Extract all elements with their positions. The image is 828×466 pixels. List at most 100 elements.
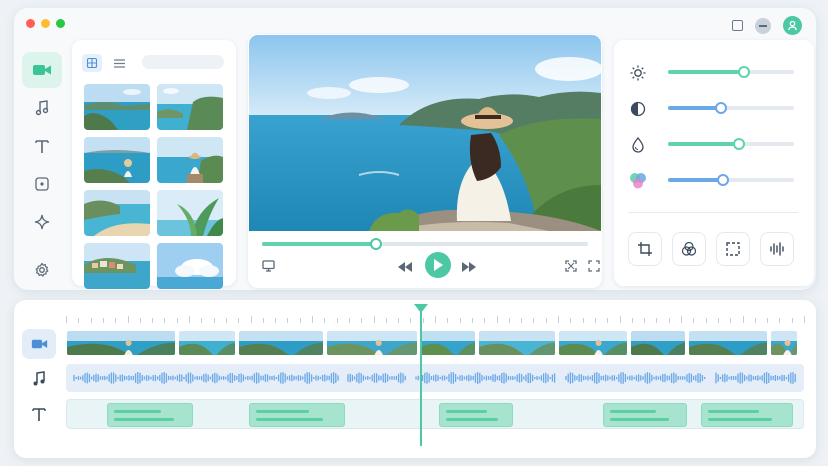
text-clip[interactable]	[439, 403, 513, 427]
video-frame[interactable]	[249, 35, 601, 231]
grid-view-icon	[87, 58, 97, 68]
ruler-tick	[767, 318, 769, 323]
text-track-label[interactable]	[22, 399, 56, 429]
ruler-tick	[312, 316, 313, 323]
media-search-input[interactable]	[142, 55, 224, 69]
rewind-icon	[398, 262, 412, 272]
video-track-lane[interactable]	[66, 329, 804, 357]
video-clip[interactable]	[420, 330, 476, 356]
video-clip[interactable]	[770, 330, 798, 356]
filters-button[interactable]	[672, 232, 706, 266]
list-view-button[interactable]	[114, 58, 125, 68]
text-clip-line	[256, 410, 309, 413]
text-clip-line	[114, 418, 175, 421]
ruler-tick	[545, 318, 547, 323]
expand-button[interactable]	[565, 260, 577, 272]
sidebar-item-video[interactable]	[22, 52, 62, 88]
media-thumbnail[interactable]	[157, 243, 223, 289]
filters-icon	[681, 241, 697, 256]
text-clip[interactable]	[603, 403, 687, 427]
audio-waves-button[interactable]	[760, 232, 794, 266]
text-clip[interactable]	[249, 403, 345, 427]
sticker-icon	[35, 177, 49, 191]
media-thumbnail[interactable]	[157, 84, 223, 130]
ruler-tick	[238, 318, 240, 323]
color-slider-handle[interactable]	[717, 174, 730, 186]
sidebar-item-stickers[interactable]	[22, 166, 62, 202]
close-window-button[interactable]	[26, 19, 35, 28]
ruler-tick	[558, 316, 559, 323]
video-clip[interactable]	[558, 330, 628, 356]
sidebar-item-settings[interactable]	[22, 252, 62, 288]
media-thumbnail[interactable]	[84, 243, 150, 289]
playback-handle[interactable]	[370, 238, 383, 250]
fast-forward-button[interactable]	[462, 262, 476, 272]
media-library-panel	[72, 40, 236, 289]
window-icon[interactable]	[732, 20, 743, 31]
media-thumbnail[interactable]	[84, 190, 150, 236]
playback-scrubber[interactable]	[262, 238, 588, 250]
media-thumbnail[interactable]	[84, 84, 150, 130]
media-thumbnail[interactable]	[157, 137, 223, 183]
grid-view-button[interactable]	[82, 54, 102, 72]
saturation-slider-handle[interactable]	[732, 138, 745, 150]
sidebar-item-audio[interactable]	[22, 90, 62, 126]
play-button[interactable]	[425, 252, 451, 278]
ruler-tick	[570, 318, 572, 323]
ruler-tick	[361, 318, 363, 323]
ruler-tick	[225, 318, 227, 323]
video-clip[interactable]	[630, 330, 686, 356]
adjustments-panel	[614, 40, 814, 286]
media-thumbnail[interactable]	[157, 190, 223, 236]
video-track-label[interactable]	[22, 329, 56, 359]
video-clip[interactable]	[478, 330, 556, 356]
brightness-slider-handle[interactable]	[737, 66, 750, 78]
ruler-tick	[717, 318, 719, 323]
ruler-tick	[373, 316, 375, 323]
audio-track-label[interactable]	[22, 364, 56, 394]
video-clip[interactable]	[178, 330, 236, 356]
text-track-lane[interactable]	[66, 399, 804, 429]
video-preview-panel	[248, 34, 602, 288]
ruler-tick	[250, 316, 252, 323]
monitor-button[interactable]	[262, 260, 275, 272]
saturation-slider[interactable]	[668, 138, 794, 150]
sun-icon	[628, 63, 648, 83]
text-clip[interactable]	[701, 403, 793, 427]
video-clip[interactable]	[238, 330, 324, 356]
text-clip[interactable]	[107, 403, 193, 427]
maximize-window-button[interactable]	[56, 19, 65, 28]
ruler-tick	[705, 318, 707, 323]
ruler-tick	[742, 316, 744, 323]
select-frame-button[interactable]	[716, 232, 750, 266]
color-slider-fill	[668, 178, 724, 182]
fullscreen-button[interactable]	[588, 260, 600, 272]
brightness-slider[interactable]	[668, 66, 794, 78]
music-note-icon	[33, 371, 45, 386]
color-slider[interactable]	[668, 174, 794, 186]
ruler-tick	[730, 318, 732, 323]
video-clip[interactable]	[688, 330, 768, 356]
video-clip[interactable]	[66, 330, 176, 356]
ruler-tick	[201, 318, 203, 323]
timeline-playhead[interactable]	[414, 304, 429, 446]
video-clip[interactable]	[326, 330, 418, 356]
ruler-tick	[115, 318, 117, 323]
timeline-ruler[interactable]	[66, 314, 805, 324]
sidebar-item-text[interactable]	[22, 128, 62, 164]
minimize-icon[interactable]	[755, 17, 771, 34]
ruler-tick	[656, 318, 658, 323]
contrast-slider[interactable]	[668, 102, 794, 114]
fast-forward-icon	[462, 262, 476, 272]
playhead-handle[interactable]	[414, 304, 429, 313]
audio-track-lane[interactable]	[66, 364, 804, 392]
ruler-tick	[791, 318, 793, 323]
contrast-slider-handle[interactable]	[714, 102, 727, 114]
media-thumbnail[interactable]	[84, 137, 150, 183]
rewind-button[interactable]	[398, 262, 412, 272]
minimize-window-button[interactable]	[41, 19, 50, 28]
crop-button[interactable]	[628, 232, 662, 266]
sidebar-item-effects[interactable]	[22, 204, 62, 240]
ruler-tick	[804, 316, 805, 323]
user-avatar-icon[interactable]	[783, 16, 802, 35]
